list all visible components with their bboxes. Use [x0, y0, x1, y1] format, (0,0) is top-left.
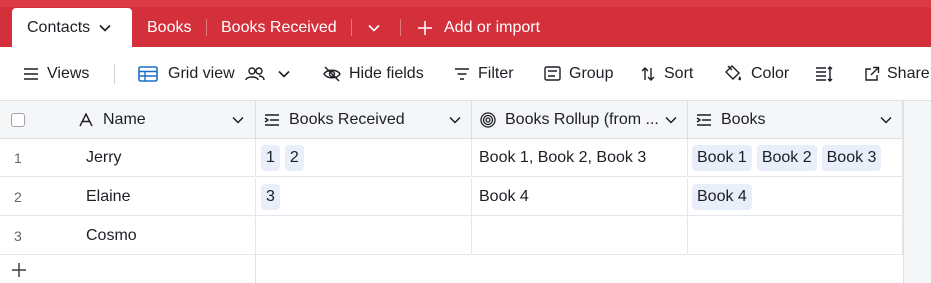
more-tables-chevron-icon[interactable]: [368, 8, 380, 47]
column-header-label: Books: [721, 110, 766, 128]
add-field-column[interactable]: [903, 101, 931, 283]
text-field-icon: [79, 113, 93, 127]
column-header-books-rollup[interactable]: Books Rollup (from ...: [472, 101, 688, 139]
group-label: Group: [569, 64, 614, 82]
tab-books-received-label: Books Received: [221, 18, 337, 36]
tab-divider: [206, 19, 207, 36]
chevron-down-icon[interactable]: [99, 19, 111, 37]
add-or-import-button[interactable]: Add or import: [417, 8, 540, 47]
chevron-down-icon[interactable]: [278, 70, 290, 78]
group-icon: [544, 66, 561, 81]
grid-view-label: Grid view: [168, 64, 235, 82]
linked-record-pill[interactable]: 1: [261, 145, 280, 171]
toolbar-divider: [114, 64, 115, 84]
tab-divider: [351, 19, 352, 36]
column-header-label: Books Received: [289, 110, 405, 128]
select-all-checkbox[interactable]: [11, 113, 25, 127]
tab-books-label: Books: [147, 18, 192, 36]
chevron-down-icon[interactable]: [665, 116, 677, 124]
share-label: Share: [887, 64, 930, 82]
chevron-down-icon[interactable]: [880, 116, 892, 124]
column-header-books-received[interactable]: Books Received: [256, 101, 472, 139]
filter-label: Filter: [478, 64, 514, 82]
linked-record-icon: [264, 113, 280, 127]
rollup-cell[interactable]: Book 4: [472, 178, 688, 216]
tab-books-received[interactable]: Books Received: [221, 8, 337, 47]
row-height-icon: [816, 65, 833, 82]
records-grid: Name Books Received Books Rollup (from .…: [0, 101, 931, 283]
row-height-button[interactable]: [815, 47, 841, 100]
name-value: Cosmo: [86, 227, 137, 244]
table-row[interactable]: 1 Jerry 1 2 Book 1, Book 2, Book 3 Book …: [0, 139, 903, 177]
collaborators-icon: [244, 66, 265, 80]
column-header-label: Books Rollup (from ...: [505, 110, 659, 128]
name-value: Elaine: [86, 188, 131, 205]
chevron-down-icon[interactable]: [449, 116, 461, 124]
views-button[interactable]: Views: [23, 47, 89, 100]
eye-slash-icon: [323, 65, 341, 82]
add-record-area: [0, 254, 256, 283]
filter-button[interactable]: Filter: [454, 47, 514, 100]
group-button[interactable]: Group: [544, 47, 613, 100]
column-header-label: Name: [103, 111, 146, 128]
primary-field-header: Name: [0, 101, 256, 139]
sort-button[interactable]: Sort: [640, 47, 693, 100]
linked-record-pill[interactable]: 3: [261, 184, 280, 210]
external-share-icon: [865, 66, 880, 81]
rollup-value: Book 4: [479, 188, 529, 205]
table-row[interactable]: 3 Cosmo: [0, 217, 903, 255]
name-value: Jerry: [86, 149, 122, 166]
chevron-down-icon[interactable]: [232, 116, 244, 124]
rollup-value: Book 1, Book 2, Book 3: [479, 149, 647, 166]
rollup-cell[interactable]: Book 1, Book 2, Book 3: [472, 139, 688, 177]
paint-bucket-icon: [725, 64, 742, 80]
tab-contacts[interactable]: Contacts: [12, 8, 132, 47]
tab-books[interactable]: Books: [147, 8, 191, 47]
hamburger-menu-icon: [24, 67, 38, 80]
linked-record-pill[interactable]: 2: [284, 145, 304, 171]
filter-icon: [455, 67, 469, 80]
sort-icon: [641, 66, 655, 81]
add-record-plus-icon[interactable]: [11, 262, 27, 278]
rollup-icon: [480, 111, 496, 128]
linked-record-pill[interactable]: Book 2: [756, 145, 817, 171]
hide-fields-label: Hide fields: [349, 64, 424, 82]
tab-contacts-label: Contacts: [27, 18, 91, 36]
books-cell[interactable]: Book 4: [688, 178, 903, 216]
grid-view-icon: [138, 65, 158, 82]
linked-record-pill[interactable]: Book 1: [692, 145, 752, 171]
add-or-import-label: Add or import: [444, 18, 541, 36]
linked-record-pill[interactable]: Book 3: [821, 145, 882, 171]
linked-record-pill[interactable]: Book 4: [692, 184, 752, 210]
sort-label: Sort: [664, 64, 694, 82]
views-label: Views: [47, 64, 90, 82]
grid-view-button[interactable]: Grid view: [138, 47, 298, 100]
books-received-cell[interactable]: [256, 217, 472, 255]
plus-icon: [418, 20, 432, 35]
column-header-name[interactable]: Name: [78, 101, 146, 139]
table-row[interactable]: 2 Elaine 3 Book 4 Book 4: [0, 178, 903, 216]
hide-fields-button[interactable]: Hide fields: [323, 47, 424, 100]
rollup-cell[interactable]: [472, 217, 688, 255]
linked-record-icon: [696, 113, 712, 127]
books-cell[interactable]: Book 1 Book 2 Book 3: [688, 139, 903, 177]
view-toolbar: Views Grid view Hide fields Filter Group…: [0, 47, 931, 101]
color-label: Color: [751, 64, 790, 82]
name-cell[interactable]: Jerry: [0, 139, 256, 177]
tab-divider: [400, 19, 401, 36]
column-header-books[interactable]: Books: [688, 101, 903, 139]
name-cell[interactable]: Elaine: [0, 178, 256, 216]
name-cell[interactable]: Cosmo: [0, 217, 256, 255]
share-button[interactable]: Share: [864, 47, 930, 100]
books-received-cell[interactable]: 3: [256, 178, 472, 216]
books-cell[interactable]: [688, 217, 903, 255]
table-tab-bar: Contacts Books Books Received Add or imp…: [0, 0, 931, 47]
books-received-cell[interactable]: 1 2: [256, 139, 472, 177]
color-button[interactable]: Color: [723, 47, 789, 100]
